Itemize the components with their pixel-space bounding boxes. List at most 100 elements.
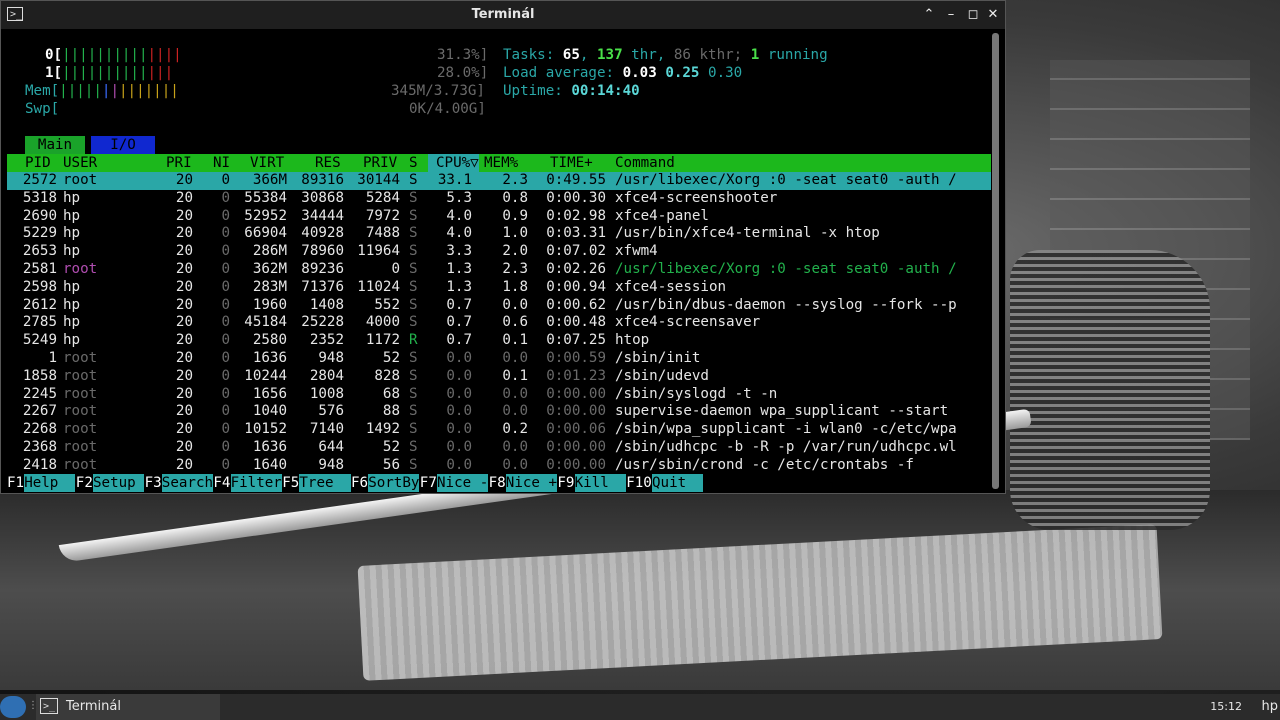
cell-user: root xyxy=(63,385,98,402)
cell-virt: 1640 xyxy=(252,456,287,473)
fkey-label[interactable]: Nice - xyxy=(437,474,489,492)
tab-main[interactable]: Main xyxy=(25,136,85,154)
process-row[interactable]: 2612 hp 20 0 1960 1408 552 S 0.7 0.0 0:00.62/usr/b… xyxy=(7,297,991,315)
fkey-label[interactable]: Nice + xyxy=(505,474,558,492)
cell-pri: 20 xyxy=(175,349,193,366)
process-row[interactable]: 1 root 20 0 1636 948 52 S 0.0 0.0 0:00.59/sbin/ini… xyxy=(7,350,991,368)
cell-res: 71376 xyxy=(301,278,344,295)
fkey-f1[interactable]: F1 xyxy=(7,474,24,492)
process-row[interactable]: 2267 root 20 0 1040 576 88 S 0.0 0.0 0:00.00 superv… xyxy=(7,403,991,421)
minimize-button[interactable]: – xyxy=(941,5,961,25)
process-row[interactable]: 2268 root 20 0 10152 7140 1492 S 0.0 0.2 0:00.06/s… xyxy=(7,421,991,439)
cell-ni: 0 xyxy=(221,456,230,473)
user-name[interactable]: hp xyxy=(1262,699,1279,714)
cell-res: 78960 xyxy=(301,243,344,260)
process-row[interactable]: 2581 root 20 0 362M 89236 0 S 1.3 2.3 0:02.26/usr/… xyxy=(7,261,991,279)
column-header-res[interactable]: RES xyxy=(315,154,341,172)
cell-user: hp xyxy=(63,278,81,295)
cell-command: /usr/bin/xfce4-terminal -x htop xyxy=(615,225,880,242)
tab-io[interactable]: I/O xyxy=(91,136,155,154)
cell-command: /sbin/init xyxy=(615,349,701,366)
process-table-header[interactable]: PID USER PRI NI VIRT RES PRIV S CPU%▽ ME… xyxy=(7,154,991,172)
column-header-state[interactable]: S xyxy=(409,154,418,172)
function-key-bar[interactable]: F1 Help F2 Setup F3 Search F4 Filter F5 Tree F6… xyxy=(7,474,991,492)
fkey-f10[interactable]: F10 xyxy=(626,474,652,492)
fkey-f8[interactable]: F8 xyxy=(489,474,506,492)
fkey-label[interactable]: Kill xyxy=(574,474,626,492)
cell-state: S xyxy=(409,296,418,313)
cell-user: hp xyxy=(63,296,81,313)
htop-screen[interactable]: 0[|||||||||||||| 31.3%] 1[||||||||||||| … xyxy=(7,46,991,492)
scrollbar[interactable] xyxy=(992,33,999,489)
process-row[interactable]: 2418 root 20 0 1640 948 56 S 0.0 0.0 0:00.00/usr/s… xyxy=(7,457,991,475)
swap-value: 0K/4.00G] xyxy=(409,101,486,117)
cell-virt: 10152 xyxy=(244,421,287,438)
fkey-f6[interactable]: F6 xyxy=(351,474,368,492)
fkey-label[interactable]: Setup xyxy=(93,474,145,492)
window-titlebar[interactable]: >_ Terminál ⌃ – ◻ ✕ xyxy=(1,1,1005,29)
fkey-f4[interactable]: F4 xyxy=(213,474,230,492)
process-row[interactable]: 2785 hp 20 0 45184 25228 4000 S 0.7 0.6 0:00.48 xfc… xyxy=(7,314,991,332)
fkey-f2[interactable]: F2 xyxy=(76,474,93,492)
fkey-label[interactable]: Quit xyxy=(652,474,704,492)
cell-priv: 88 xyxy=(382,403,400,420)
cell-time: 0:00.00 xyxy=(546,438,606,455)
cell-mem: 0.2 xyxy=(502,421,528,438)
cell-priv: 1492 xyxy=(365,421,400,438)
fkey-label[interactable]: Search xyxy=(161,474,214,492)
fkey-label[interactable]: Tree xyxy=(299,474,351,492)
process-row[interactable]: 5249 hp 20 0 2580 2352 1172 R 0.7 0.1 0:07.25 htop xyxy=(7,332,991,350)
terminal-window[interactable]: >_ Terminál ⌃ – ◻ ✕ 0[|||||||||||||| 31.… xyxy=(0,0,1006,494)
process-row[interactable]: 2245 root 20 0 1656 1008 68 S 0.0 0.0 0:00.00/sbin… xyxy=(7,386,991,404)
column-header-pri[interactable]: PRI xyxy=(166,154,192,172)
app-menu-button[interactable] xyxy=(0,696,26,718)
fkey-f9[interactable]: F9 xyxy=(557,474,574,492)
fkey-f3[interactable]: F3 xyxy=(145,474,162,492)
process-row[interactable]: 2598 hp 20 0 283M 71376 11024 S 1.3 1.8 0:00.94 xfc… xyxy=(7,279,991,297)
shade-icon[interactable]: ⌃ xyxy=(919,5,939,25)
fkey-label[interactable]: SortBy xyxy=(368,474,420,492)
fkey-f5[interactable]: F5 xyxy=(282,474,299,492)
process-row[interactable]: 2368 root 20 0 1636 644 52 S 0.0 0.0 0:00.00/sbin/… xyxy=(7,439,991,457)
column-header-ni[interactable]: NI xyxy=(213,154,230,172)
cell-virt: 283M xyxy=(252,278,287,295)
column-header-priv[interactable]: PRIV xyxy=(363,154,397,172)
process-list[interactable]: 2572 root 20 0 366M 89316 30144 S 33.1 2.3 0:49.55… xyxy=(7,172,991,475)
cell-mem: 0.0 xyxy=(502,438,528,455)
close-button[interactable]: ✕ xyxy=(983,5,1003,25)
cell-pri: 20 xyxy=(175,172,193,188)
column-header-cpu[interactable]: CPU%▽ xyxy=(428,154,479,172)
process-row[interactable]: 2690 hp 20 0 52952 34444 7972 S 4.0 0.9 0:02.98 xfc… xyxy=(7,208,991,226)
cell-cpu: 0.0 xyxy=(446,349,472,366)
process-row[interactable]: 2572 root 20 0 366M 89316 30144 S 33.1 2.3 0:49.55… xyxy=(7,172,991,190)
process-row[interactable]: 5318 hp 20 0 55384 30868 5284 S 5.3 0.8 0:00.30 xfc… xyxy=(7,190,991,208)
cell-priv: 11964 xyxy=(357,243,400,260)
column-header-user[interactable]: USER xyxy=(63,154,97,172)
cell-pri: 20 xyxy=(175,225,193,242)
column-header-mem[interactable]: MEM% xyxy=(484,154,518,172)
mem-meter: Mem[|||||||||||||| xyxy=(25,83,179,99)
fkey-label[interactable]: Filter xyxy=(230,474,282,492)
column-header-pid[interactable]: PID xyxy=(25,154,51,172)
cell-command: /usr/bin/dbus-daemon --syslog --fork --p xyxy=(615,296,957,313)
taskbar-task-label: Terminál xyxy=(66,699,121,714)
cell-virt: 10244 xyxy=(244,367,287,384)
column-header-virt[interactable]: VIRT xyxy=(250,154,284,172)
clock[interactable]: 15:12 xyxy=(1210,700,1242,713)
column-header-command[interactable]: Command xyxy=(615,154,675,172)
cell-virt: 1040 xyxy=(252,403,287,420)
cell-state: S xyxy=(409,438,418,455)
process-row[interactable]: 1858 root 20 0 10244 2804 828 S 0.0 0.1 0:01.23/sb… xyxy=(7,368,991,386)
fkey-label[interactable]: Help xyxy=(24,474,76,492)
cell-user: hp xyxy=(63,225,81,242)
process-row[interactable]: 5229 hp 20 0 66904 40928 7488 S 4.0 1.0 0:03.31/us… xyxy=(7,225,991,243)
cell-ni: 0 xyxy=(221,438,230,455)
column-header-time[interactable]: TIME+ xyxy=(550,154,593,172)
taskbar-task-terminal[interactable]: >_ Terminál xyxy=(36,694,220,720)
cell-ni: 0 xyxy=(221,296,230,313)
cell-time: 0:49.55 xyxy=(546,172,606,188)
uptime: Uptime: 00:14:40 xyxy=(503,83,640,99)
fkey-f7[interactable]: F7 xyxy=(420,474,437,492)
maximize-button[interactable]: ◻ xyxy=(963,5,983,25)
process-row[interactable]: 2653 hp 20 0 286M 78960 11964 S 3.3 2.0 0:07.02 xfw… xyxy=(7,243,991,261)
